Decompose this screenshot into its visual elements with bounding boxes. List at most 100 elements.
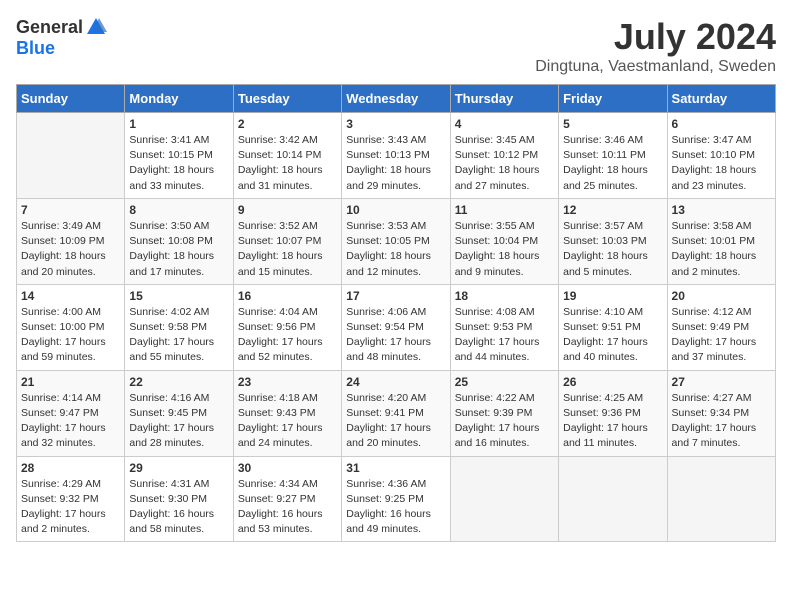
day-number: 30 [238, 461, 337, 475]
day-info: Sunrise: 4:29 AM Sunset: 9:32 PM Dayligh… [21, 477, 120, 538]
day-info: Sunrise: 3:57 AM Sunset: 10:03 PM Daylig… [563, 219, 662, 280]
week-row-4: 21 Sunrise: 4:14 AM Sunset: 9:47 PM Dayli… [17, 370, 776, 456]
calendar-cell: 20 Sunrise: 4:12 AM Sunset: 9:49 PM Dayli… [667, 284, 775, 370]
day-info: Sunrise: 4:22 AM Sunset: 9:39 PM Dayligh… [455, 391, 554, 452]
calendar-cell [559, 456, 667, 542]
day-info: Sunrise: 4:16 AM Sunset: 9:45 PM Dayligh… [129, 391, 228, 452]
calendar-cell [667, 456, 775, 542]
day-info: Sunrise: 4:06 AM Sunset: 9:54 PM Dayligh… [346, 305, 445, 366]
calendar-cell: 18 Sunrise: 4:08 AM Sunset: 9:53 PM Dayli… [450, 284, 558, 370]
day-info: Sunrise: 4:34 AM Sunset: 9:27 PM Dayligh… [238, 477, 337, 538]
day-info: Sunrise: 3:45 AM Sunset: 10:12 PM Daylig… [455, 133, 554, 194]
day-number: 20 [672, 289, 771, 303]
calendar-cell: 19 Sunrise: 4:10 AM Sunset: 9:51 PM Dayli… [559, 284, 667, 370]
day-number: 8 [129, 203, 228, 217]
day-header-monday: Monday [125, 85, 233, 113]
day-number: 4 [455, 117, 554, 131]
day-number: 26 [563, 375, 662, 389]
day-info: Sunrise: 4:00 AM Sunset: 10:00 PM Daylig… [21, 305, 120, 366]
day-number: 11 [455, 203, 554, 217]
day-info: Sunrise: 4:08 AM Sunset: 9:53 PM Dayligh… [455, 305, 554, 366]
day-number: 10 [346, 203, 445, 217]
day-info: Sunrise: 3:47 AM Sunset: 10:10 PM Daylig… [672, 133, 771, 194]
day-header-tuesday: Tuesday [233, 85, 341, 113]
week-row-1: 1 Sunrise: 3:41 AM Sunset: 10:15 PM Dayli… [17, 113, 776, 199]
day-info: Sunrise: 4:12 AM Sunset: 9:49 PM Dayligh… [672, 305, 771, 366]
day-number: 9 [238, 203, 337, 217]
day-number: 18 [455, 289, 554, 303]
calendar-cell [17, 113, 125, 199]
day-info: Sunrise: 4:14 AM Sunset: 9:47 PM Dayligh… [21, 391, 120, 452]
day-header-sunday: Sunday [17, 85, 125, 113]
calendar-cell: 28Sunrise: 4:29 AM Sunset: 9:32 PM Dayli… [17, 456, 125, 542]
calendar-cell: 13 Sunrise: 3:58 AM Sunset: 10:01 PM Dayl… [667, 198, 775, 284]
day-number: 17 [346, 289, 445, 303]
day-number: 2 [238, 117, 337, 131]
day-info: Sunrise: 4:04 AM Sunset: 9:56 PM Dayligh… [238, 305, 337, 366]
calendar-cell: 2 Sunrise: 3:42 AM Sunset: 10:14 PM Dayli… [233, 113, 341, 199]
day-number: 16 [238, 289, 337, 303]
calendar-cell: 25 Sunrise: 4:22 AM Sunset: 9:39 PM Dayli… [450, 370, 558, 456]
day-number: 22 [129, 375, 228, 389]
calendar-cell: 17 Sunrise: 4:06 AM Sunset: 9:54 PM Dayli… [342, 284, 450, 370]
day-number: 13 [672, 203, 771, 217]
calendar-cell: 16 Sunrise: 4:04 AM Sunset: 9:56 PM Dayli… [233, 284, 341, 370]
calendar-cell: 29Sunrise: 4:31 AM Sunset: 9:30 PM Dayli… [125, 456, 233, 542]
calendar-cell: 15 Sunrise: 4:02 AM Sunset: 9:58 PM Dayli… [125, 284, 233, 370]
day-number: 3 [346, 117, 445, 131]
day-info: Sunrise: 3:42 AM Sunset: 10:14 PM Daylig… [238, 133, 337, 194]
day-number: 27 [672, 375, 771, 389]
logo-blue-text: Blue [16, 38, 55, 59]
calendar-cell: 4 Sunrise: 3:45 AM Sunset: 10:12 PM Dayli… [450, 113, 558, 199]
day-info: Sunrise: 4:27 AM Sunset: 9:34 PM Dayligh… [672, 391, 771, 452]
day-info: Sunrise: 4:36 AM Sunset: 9:25 PM Dayligh… [346, 477, 445, 538]
calendar-table: SundayMondayTuesdayWednesdayThursdayFrid… [16, 84, 776, 542]
calendar-cell: 23 Sunrise: 4:18 AM Sunset: 9:43 PM Dayli… [233, 370, 341, 456]
day-info: Sunrise: 4:20 AM Sunset: 9:41 PM Dayligh… [346, 391, 445, 452]
calendar-cell: 24 Sunrise: 4:20 AM Sunset: 9:41 PM Dayli… [342, 370, 450, 456]
calendar-cell: 12 Sunrise: 3:57 AM Sunset: 10:03 PM Dayl… [559, 198, 667, 284]
day-number: 19 [563, 289, 662, 303]
week-row-2: 7Sunrise: 3:49 AM Sunset: 10:09 PM Dayli… [17, 198, 776, 284]
calendar-cell: 1 Sunrise: 3:41 AM Sunset: 10:15 PM Dayli… [125, 113, 233, 199]
day-number: 12 [563, 203, 662, 217]
calendar-cell: 5Sunrise: 3:46 AM Sunset: 10:11 PM Dayli… [559, 113, 667, 199]
calendar-cell: 11Sunrise: 3:55 AM Sunset: 10:04 PM Dayl… [450, 198, 558, 284]
day-number: 21 [21, 375, 120, 389]
month-title: July 2024 [535, 16, 776, 58]
calendar-cell: 14 Sunrise: 4:00 AM Sunset: 10:00 PM Dayl… [17, 284, 125, 370]
day-info: Sunrise: 4:02 AM Sunset: 9:58 PM Dayligh… [129, 305, 228, 366]
day-number: 23 [238, 375, 337, 389]
calendar-cell: 8 Sunrise: 3:50 AM Sunset: 10:08 PM Dayli… [125, 198, 233, 284]
logo-icon [85, 16, 107, 38]
calendar-cell: 7Sunrise: 3:49 AM Sunset: 10:09 PM Dayli… [17, 198, 125, 284]
day-number: 6 [672, 117, 771, 131]
week-row-5: 28Sunrise: 4:29 AM Sunset: 9:32 PM Dayli… [17, 456, 776, 542]
header: General Blue July 2024 Dingtuna, Vaestma… [16, 16, 776, 76]
day-number: 24 [346, 375, 445, 389]
day-number: 5 [563, 117, 662, 131]
week-row-3: 14 Sunrise: 4:00 AM Sunset: 10:00 PM Dayl… [17, 284, 776, 370]
logo-general-text: General [16, 17, 83, 38]
day-number: 15 [129, 289, 228, 303]
day-info: Sunrise: 3:41 AM Sunset: 10:15 PM Daylig… [129, 133, 228, 194]
day-info: Sunrise: 4:10 AM Sunset: 9:51 PM Dayligh… [563, 305, 662, 366]
day-number: 14 [21, 289, 120, 303]
day-info: Sunrise: 3:50 AM Sunset: 10:08 PM Daylig… [129, 219, 228, 280]
logo: General Blue [16, 16, 107, 59]
calendar-cell: 27 Sunrise: 4:27 AM Sunset: 9:34 PM Dayli… [667, 370, 775, 456]
day-header-thursday: Thursday [450, 85, 558, 113]
calendar-cell: 10Sunrise: 3:53 AM Sunset: 10:05 PM Dayl… [342, 198, 450, 284]
day-number: 1 [129, 117, 228, 131]
day-info: Sunrise: 3:58 AM Sunset: 10:01 PM Daylig… [672, 219, 771, 280]
location-title: Dingtuna, Vaestmanland, Sweden [535, 58, 776, 76]
day-info: Sunrise: 4:18 AM Sunset: 9:43 PM Dayligh… [238, 391, 337, 452]
day-number: 25 [455, 375, 554, 389]
header-row: SundayMondayTuesdayWednesdayThursdayFrid… [17, 85, 776, 113]
calendar-cell: 30 Sunrise: 4:34 AM Sunset: 9:27 PM Dayli… [233, 456, 341, 542]
calendar-cell: 3Sunrise: 3:43 AM Sunset: 10:13 PM Dayli… [342, 113, 450, 199]
day-header-friday: Friday [559, 85, 667, 113]
day-info: Sunrise: 3:49 AM Sunset: 10:09 PM Daylig… [21, 219, 120, 280]
calendar-cell [450, 456, 558, 542]
day-number: 29 [129, 461, 228, 475]
